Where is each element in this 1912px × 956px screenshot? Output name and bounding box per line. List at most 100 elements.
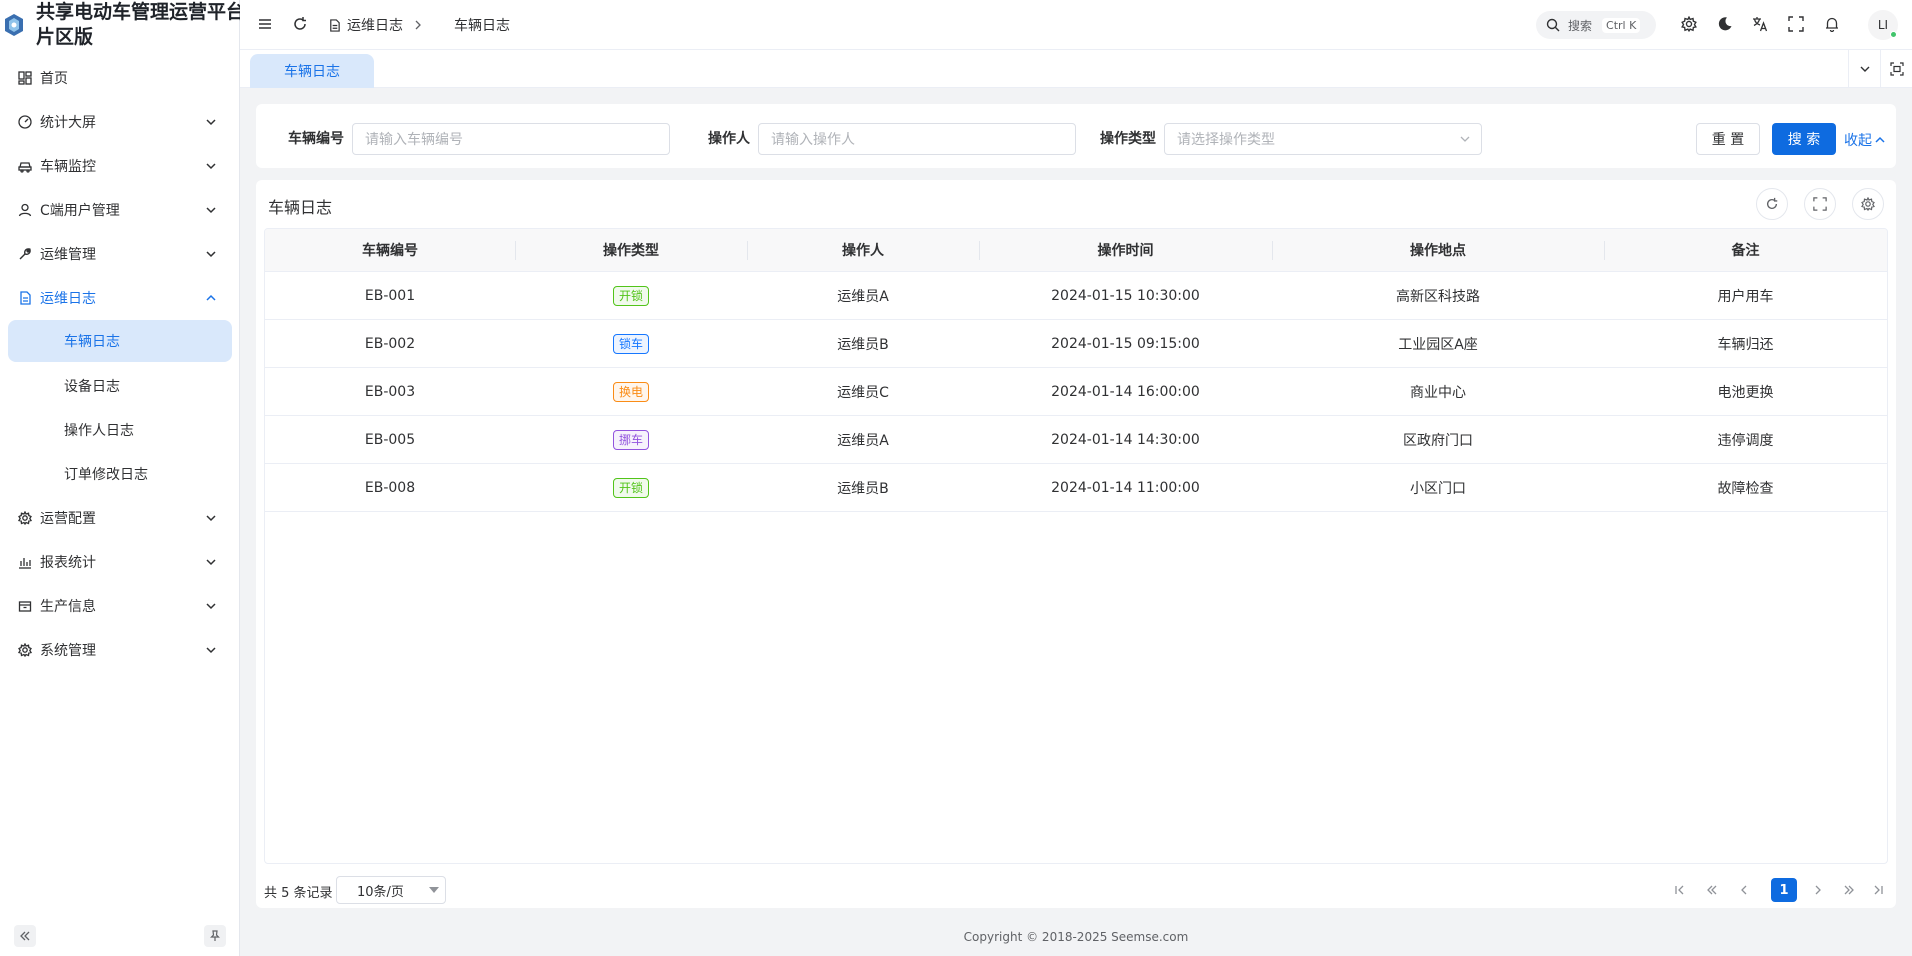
time-cell: 2024-01-14 14:30:00 bbox=[1051, 431, 1200, 448]
vehicle-no-placeholder: 请输入车辆编号 bbox=[365, 132, 463, 148]
operator-placeholder: 请输入操作人 bbox=[771, 132, 855, 148]
next-page-icon[interactable] bbox=[1808, 880, 1828, 900]
refresh-icon[interactable] bbox=[1756, 188, 1788, 220]
breadcrumb-current: 车辆日志 bbox=[454, 15, 510, 35]
vehicle-no-label: 车辆编号 bbox=[288, 131, 344, 147]
chevron-down-icon bbox=[204, 555, 218, 569]
type-cell: 开锁 bbox=[515, 272, 747, 319]
first-page-icon[interactable] bbox=[1670, 880, 1690, 900]
page-size-value: 10条/页 bbox=[357, 884, 404, 900]
refresh-icon[interactable] bbox=[291, 15, 309, 33]
operator-cell: 运维员A bbox=[837, 288, 889, 305]
breadcrumb: 运维日志 bbox=[328, 15, 423, 35]
reset-button[interactable]: 重 置 bbox=[1696, 123, 1760, 155]
document-icon bbox=[328, 18, 341, 32]
table-row[interactable]: EB-001 开锁 运维员A 2024-01-15 10:30:00 高新区科技… bbox=[265, 272, 1887, 320]
table-title: 车辆日志 bbox=[268, 198, 333, 217]
menu-label: 首页 bbox=[40, 71, 68, 87]
translate-icon[interactable] bbox=[1751, 15, 1769, 33]
last-page-icon[interactable] bbox=[1868, 880, 1888, 900]
submenu-item-order-edit-log[interactable]: 订单修改日志 bbox=[0, 452, 240, 496]
column-settings-icon[interactable] bbox=[1852, 188, 1884, 220]
tab-vehicle-log[interactable]: 车辆日志 bbox=[250, 54, 374, 88]
time-cell: 2024-01-14 11:00:00 bbox=[1051, 479, 1200, 496]
gauge-icon bbox=[18, 115, 32, 129]
avatar[interactable]: LI bbox=[1868, 10, 1898, 40]
remark-cell: 故障检查 bbox=[1717, 480, 1774, 497]
app-title: 共享电动车管理运营平台 片区版 bbox=[36, 1, 246, 48]
menu-label: 运维日志 bbox=[40, 291, 96, 307]
menu-label: 统计大屏 bbox=[40, 115, 96, 131]
pin-icon[interactable] bbox=[204, 925, 226, 947]
submenu-item-vehicle-log[interactable]: 车辆日志 bbox=[8, 320, 232, 362]
screen-capture-icon[interactable] bbox=[1880, 50, 1912, 88]
menu-item-vehicle-monitor[interactable]: 车辆监控 bbox=[0, 144, 240, 188]
chevron-down-icon bbox=[204, 511, 218, 525]
location-cell: 高新区科技路 bbox=[1396, 288, 1480, 305]
time-cell: 2024-01-15 10:30:00 bbox=[1051, 287, 1200, 304]
menu-item-system-manage[interactable]: 系统管理 bbox=[0, 628, 240, 672]
status-badge: 开锁 bbox=[612, 285, 649, 306]
table-row[interactable]: EB-003 换电 运维员C 2024-01-14 16:00:00 商业中心 … bbox=[265, 368, 1887, 416]
vehicle-no-input[interactable]: 请输入车辆编号 bbox=[352, 123, 670, 155]
bell-icon[interactable] bbox=[1823, 15, 1841, 33]
operator-input[interactable]: 请输入操作人 bbox=[758, 123, 1076, 155]
menu-label: 车辆监控 bbox=[40, 159, 96, 175]
next-five-icon[interactable] bbox=[1839, 880, 1859, 900]
chevron-down-icon bbox=[1459, 133, 1471, 145]
menu-label: 系统管理 bbox=[40, 643, 96, 659]
table-row[interactable]: EB-002 锁车 运维员B 2024-01-15 09:15:00 工业园区A… bbox=[265, 320, 1887, 368]
menu-label: 运营配置 bbox=[40, 511, 96, 527]
menu-item-home[interactable]: 首页 bbox=[0, 56, 240, 100]
page-size-select[interactable]: 10条/页 bbox=[336, 876, 446, 904]
search-button[interactable]: 搜 索 bbox=[1772, 123, 1836, 155]
menu-toggle-icon[interactable] bbox=[256, 15, 274, 33]
op-type-select[interactable]: 请选择操作类型 bbox=[1164, 123, 1482, 155]
type-cell: 换电 bbox=[515, 368, 747, 415]
column-header[interactable]: 操作类型 bbox=[515, 229, 747, 271]
menu-item-c-user[interactable]: C端用户管理 bbox=[0, 188, 240, 232]
menu-item-production-info[interactable]: 生产信息 bbox=[0, 584, 240, 628]
operator-cell: 运维员B bbox=[837, 480, 889, 497]
avatar-text: LI bbox=[1877, 18, 1889, 32]
settings-icon[interactable] bbox=[1680, 15, 1698, 33]
chevron-down-icon bbox=[204, 115, 218, 129]
submenu-item-device-log[interactable]: 设备日志 bbox=[0, 364, 240, 408]
type-cell: 锁车 bbox=[515, 320, 747, 367]
submenu-item-operator-log[interactable]: 操作人日志 bbox=[0, 408, 240, 452]
column-header[interactable]: 操作地点 bbox=[1272, 229, 1604, 271]
prev-five-icon[interactable] bbox=[1702, 880, 1722, 900]
fullscreen-icon[interactable] bbox=[1804, 188, 1836, 220]
current-page[interactable]: 1 bbox=[1771, 878, 1797, 902]
vehicle-cell: EB-005 bbox=[364, 431, 416, 448]
type-cell: 挪车 bbox=[515, 416, 747, 463]
menu-label: 生产信息 bbox=[40, 599, 96, 615]
submenu-label: 设备日志 bbox=[64, 379, 120, 395]
chevron-right-icon bbox=[413, 20, 423, 30]
menu-item-report-stats[interactable]: 报表统计 bbox=[0, 540, 240, 584]
column-header[interactable]: 备注 bbox=[1604, 229, 1887, 271]
fullscreen-icon[interactable] bbox=[1787, 15, 1805, 33]
global-search[interactable]: 搜索 Ctrl K bbox=[1536, 11, 1656, 39]
column-header[interactable]: 操作人 bbox=[747, 229, 979, 271]
menu-item-stats-screen[interactable]: 统计大屏 bbox=[0, 100, 240, 144]
dark-mode-icon[interactable] bbox=[1716, 15, 1734, 33]
collapse-sidebar-icon[interactable] bbox=[14, 925, 36, 947]
chevron-down-icon[interactable] bbox=[1848, 50, 1880, 88]
column-header[interactable]: 操作时间 bbox=[979, 229, 1272, 271]
remark-cell: 车辆归还 bbox=[1717, 336, 1774, 353]
vehicle-cell: EB-008 bbox=[364, 479, 416, 496]
car-icon bbox=[18, 159, 32, 173]
chevron-down-icon bbox=[204, 643, 218, 657]
menu-item-ops-log[interactable]: 运维日志 bbox=[0, 276, 240, 320]
collapse-label: 收起 bbox=[1844, 133, 1872, 149]
prev-page-icon[interactable] bbox=[1734, 880, 1754, 900]
breadcrumb-item[interactable]: 运维日志 bbox=[347, 15, 403, 35]
column-header[interactable]: 车辆编号 bbox=[265, 229, 515, 271]
location-cell: 小区门口 bbox=[1410, 480, 1466, 497]
menu-item-ops-config[interactable]: 运营配置 bbox=[0, 496, 240, 540]
table-row[interactable]: EB-005 挪车 运维员A 2024-01-14 14:30:00 区政府门口… bbox=[265, 416, 1887, 464]
menu-item-ops-manage[interactable]: 运维管理 bbox=[0, 232, 240, 276]
table-row[interactable]: EB-008 开锁 运维员B 2024-01-14 11:00:00 小区门口 … bbox=[265, 464, 1887, 512]
collapse-button[interactable]: 收起 bbox=[1844, 130, 1886, 150]
